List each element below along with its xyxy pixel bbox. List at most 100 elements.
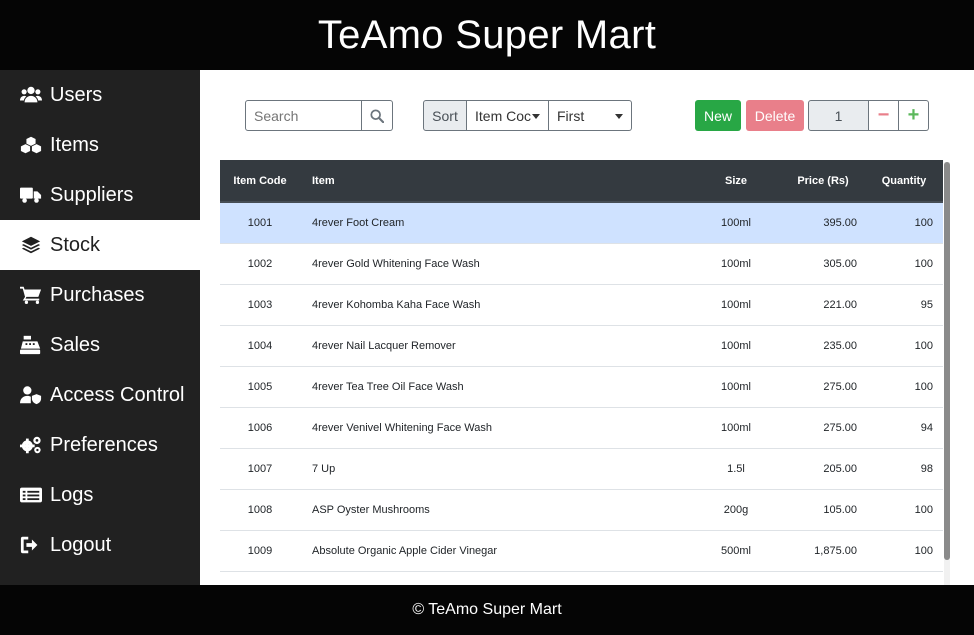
cell-item-code: 1008 xyxy=(247,503,273,516)
cell-price: 305.00 xyxy=(823,257,857,270)
sidebar-item-access-control[interactable]: Access Control xyxy=(0,370,200,420)
sidebar-item-stock[interactable]: Stock xyxy=(0,220,200,270)
app-title: TeAmo Super Mart xyxy=(317,12,657,57)
sidebar-item-preferences[interactable]: Preferences xyxy=(0,420,200,470)
delete-button[interactable]: Delete xyxy=(746,100,804,131)
sidebar-item-items[interactable]: Items xyxy=(0,120,200,170)
quantity-stepper: 1 − + xyxy=(808,100,929,131)
cell-item-code: 1009 xyxy=(247,544,273,557)
column-header-item[interactable]: Item xyxy=(300,160,691,203)
sidebar-item-label: Sales xyxy=(50,333,101,356)
cell-price: 275.00 xyxy=(823,380,857,393)
user-shield-icon xyxy=(19,384,43,406)
cash-register-icon xyxy=(19,334,43,356)
cell-item-code: 1006 xyxy=(247,421,273,434)
cell-size: 100ml xyxy=(721,380,751,393)
cell-item: 4rever Foot Cream xyxy=(312,216,405,229)
stepper-value[interactable]: 1 xyxy=(808,100,869,131)
table-row[interactable]: 1007 7 Up 1.5l 205.00 98 xyxy=(220,448,943,489)
column-header-item-code[interactable]: Item Code xyxy=(220,160,300,203)
layers-icon xyxy=(19,234,43,256)
sidebar-item-label: Items xyxy=(50,133,99,156)
cogs-icon xyxy=(19,434,43,456)
new-button[interactable]: New xyxy=(695,100,741,131)
list-icon xyxy=(19,484,43,506)
users-icon xyxy=(19,84,43,106)
table-row[interactable]: 1009 Absolute Organic Apple Cider Vinega… xyxy=(220,530,943,571)
sort-order-select[interactable]: First xyxy=(549,100,632,131)
table-row[interactable]: 1003 4rever Kohomba Kaha Face Wash 100ml… xyxy=(220,284,943,325)
cell-quantity: 95 xyxy=(920,298,933,311)
cell-price: 235.00 xyxy=(823,339,857,352)
cell-price: 1,875.00 xyxy=(814,544,857,557)
table-row[interactable]: 1008 ASP Oyster Mushrooms 200g 105.00 10… xyxy=(220,489,943,530)
truck-icon xyxy=(19,184,43,206)
cell-item: ASP Oyster Mushrooms xyxy=(312,503,430,516)
sidebar-item-sales[interactable]: Sales xyxy=(0,320,200,370)
sidebar-item-label: Stock xyxy=(50,233,101,256)
cell-price: 205.00 xyxy=(823,462,857,475)
sidebar-item-logout[interactable]: Logout xyxy=(0,520,200,570)
boxes-icon xyxy=(19,134,43,156)
table-row[interactable]: 1001 4rever Foot Cream 100ml 395.00 100 xyxy=(220,202,943,243)
cell-size: 100ml xyxy=(721,339,751,352)
cell-item: 4rever Nail Lacquer Remover xyxy=(312,339,456,352)
sidebar-item-purchases[interactable]: Purchases xyxy=(0,270,200,320)
stock-table-container: Item Code Item Size Price (Rs) Quantity … xyxy=(220,160,943,585)
sidebar-item-logs[interactable]: Logs xyxy=(0,470,200,520)
chevron-down-icon xyxy=(532,114,540,119)
sidebar-item-suppliers[interactable]: Suppliers xyxy=(0,170,200,220)
cell-size: 100ml xyxy=(721,216,751,229)
cell-size: 100ml xyxy=(721,298,751,311)
cell-item-code: 1005 xyxy=(247,380,273,393)
sidebar-item-label: Purchases xyxy=(50,283,145,306)
footer-text: © TeAmo Super Mart xyxy=(412,601,562,618)
search-icon xyxy=(370,108,384,123)
sort-label: Sort xyxy=(423,100,467,131)
cell-item: 4rever Kohomba Kaha Face Wash xyxy=(312,298,481,311)
increment-button[interactable]: + xyxy=(899,100,929,131)
cell-quantity: 100 xyxy=(914,257,933,270)
table-scrollbar[interactable] xyxy=(944,162,950,585)
scrollbar-thumb[interactable] xyxy=(944,162,950,560)
cell-quantity: 94 xyxy=(920,421,933,434)
sort-key-select[interactable]: Item Coc xyxy=(467,100,549,131)
column-header-size[interactable]: Size xyxy=(691,160,781,203)
table-row[interactable]: 1004 4rever Nail Lacquer Remover 100ml 2… xyxy=(220,325,943,366)
cell-price: 395.00 xyxy=(823,216,857,229)
table-row[interactable]: 1005 4rever Tea Tree Oil Face Wash 100ml… xyxy=(220,366,943,407)
sort-key-value: Item Coc xyxy=(475,107,532,124)
decrement-button[interactable]: − xyxy=(869,100,899,131)
cell-price: 105.00 xyxy=(823,503,857,516)
cell-price: 275.00 xyxy=(823,421,857,434)
column-header-quantity[interactable]: Quantity xyxy=(865,160,943,203)
sidebar-item-label: Logout xyxy=(50,533,112,556)
cell-item: 4rever Venivel Whitening Face Wash xyxy=(312,421,492,434)
cell-item-code: 1001 xyxy=(247,216,273,229)
cell-size: 200g xyxy=(723,503,749,516)
cell-item: 7 Up xyxy=(312,462,336,475)
app-footer: © TeAmo Super Mart xyxy=(0,585,974,635)
cell-item: 4rever Gold Whitening Face Wash xyxy=(312,257,480,270)
sidebar-item-label: Access Control xyxy=(50,383,185,406)
cell-quantity: 100 xyxy=(914,339,933,352)
cell-quantity: 100 xyxy=(914,216,933,229)
cell-size: 500ml xyxy=(721,544,751,557)
cell-quantity: 100 xyxy=(914,380,933,393)
table-row[interactable]: 1006 4rever Venivel Whitening Face Wash … xyxy=(220,407,943,448)
cell-item-code: 1002 xyxy=(247,257,273,270)
column-header-price[interactable]: Price (Rs) xyxy=(781,160,865,203)
chevron-down-icon xyxy=(615,114,623,119)
search-button[interactable] xyxy=(362,100,393,131)
sidebar-item-label: Preferences xyxy=(50,433,158,456)
cell-item-code: 1004 xyxy=(247,339,273,352)
cell-item: Absolute Organic Apple Cider Vinegar xyxy=(312,544,498,557)
table-row[interactable]: 1002 4rever Gold Whitening Face Wash 100… xyxy=(220,243,943,284)
app-header: TeAmo Super Mart xyxy=(0,0,974,70)
sort-order-value: First xyxy=(557,107,585,124)
search-input[interactable] xyxy=(245,100,362,131)
cell-quantity: 100 xyxy=(914,503,933,516)
logout-icon xyxy=(19,534,43,556)
sidebar-item-users[interactable]: Users xyxy=(0,70,200,120)
table-header-row: Item Code Item Size Price (Rs) Quantity xyxy=(220,160,943,203)
